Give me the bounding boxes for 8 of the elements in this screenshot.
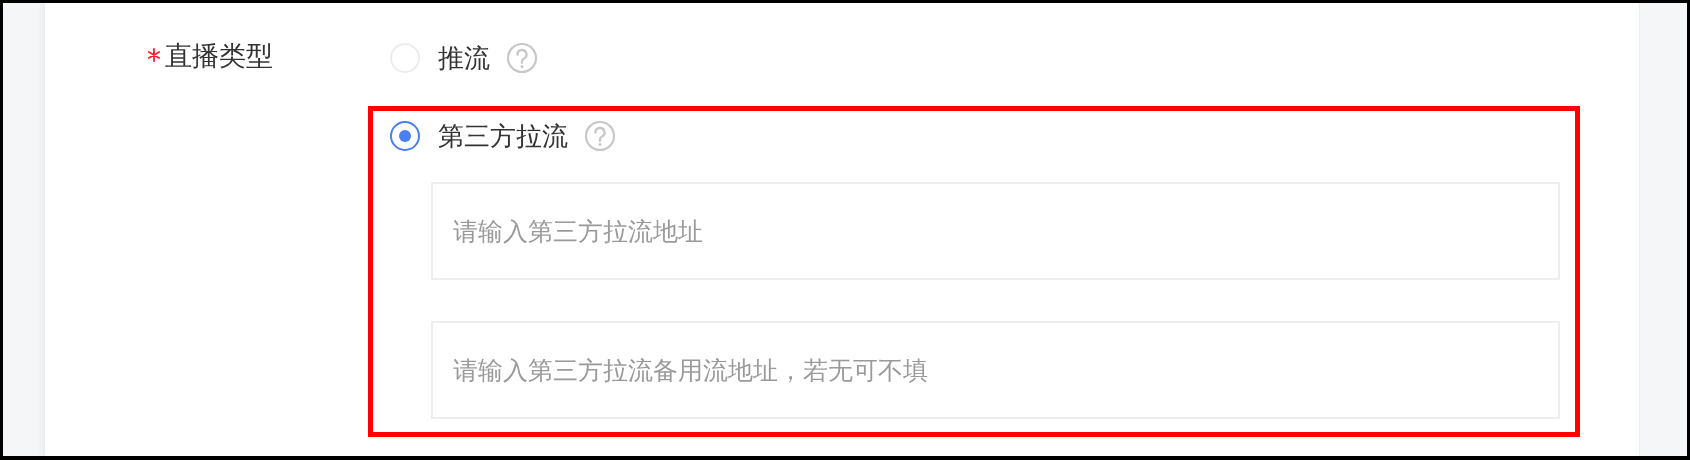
- radio-button[interactable]: [390, 121, 420, 151]
- input-field[interactable]: 请输入第三方拉流地址: [431, 182, 1560, 280]
- help-icon[interactable]: [506, 42, 538, 74]
- field-label: 直播类型: [165, 41, 273, 71]
- help-icon[interactable]: [584, 120, 616, 152]
- option-label[interactable]: 第三方拉流: [438, 118, 568, 154]
- input-field[interactable]: 请输入第三方拉流备用流地址，若无可不填: [431, 321, 1560, 419]
- option-label[interactable]: 推流: [438, 40, 490, 76]
